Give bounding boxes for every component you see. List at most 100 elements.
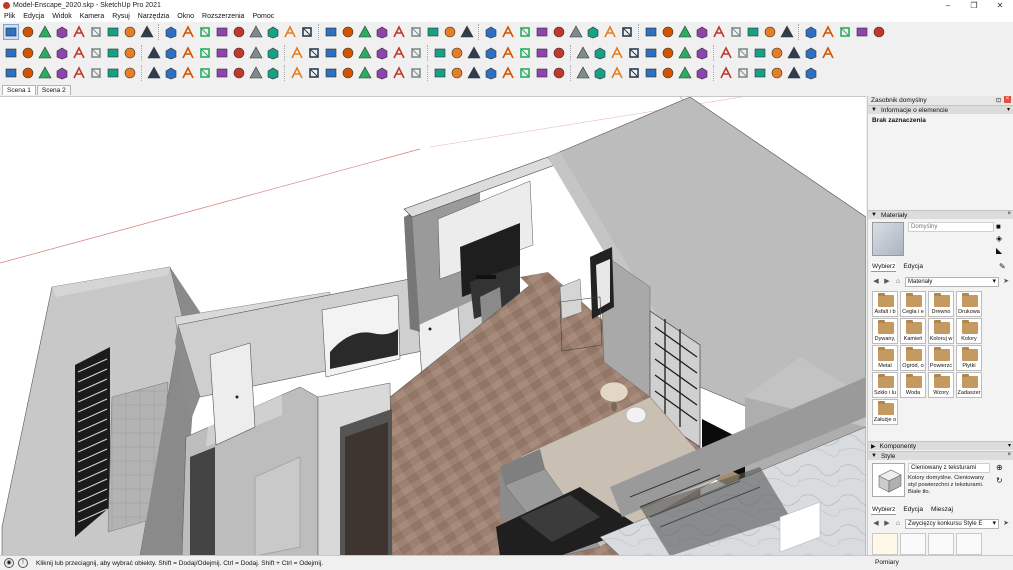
monochrome-icon[interactable]	[762, 24, 778, 40]
cube-outline-3-icon[interactable]	[146, 65, 162, 81]
menu-pomoc[interactable]: Pomoc	[252, 13, 274, 20]
home-icon[interactable]: ⌂	[894, 278, 902, 286]
material-folder[interactable]: Dywany,	[872, 318, 898, 344]
sandbox-icon[interactable]	[231, 45, 247, 61]
magic-icon[interactable]	[752, 45, 768, 61]
info-icon[interactable]: !	[18, 558, 28, 568]
text-icon[interactable]	[248, 24, 264, 40]
stamp-icon[interactable]	[265, 45, 281, 61]
menu-plik[interactable]: Plik	[4, 13, 15, 20]
cube-gold-3-icon[interactable]	[752, 65, 768, 81]
home-icon[interactable]: ⌂	[894, 520, 902, 528]
material-folder[interactable]: Koloruj w	[928, 318, 954, 344]
geolocation-icon[interactable]: ◉	[4, 558, 14, 568]
material-folder[interactable]: Wzory	[928, 372, 954, 398]
back-icon[interactable]: ◀	[872, 278, 880, 286]
tray-close-icon[interactable]: ×	[1004, 96, 1011, 103]
shape-dropdown-icon[interactable]	[122, 24, 138, 40]
prev-icon[interactable]	[391, 65, 407, 81]
axes-icon[interactable]	[442, 24, 458, 40]
material-folder[interactable]: Woda	[900, 372, 926, 398]
play-icon[interactable]	[357, 65, 373, 81]
flask-icon[interactable]	[88, 65, 104, 81]
line-icon[interactable]	[37, 24, 53, 40]
solid-subtract-icon[interactable]	[568, 24, 584, 40]
drape-icon[interactable]	[289, 45, 305, 61]
layout-icon[interactable]	[391, 24, 407, 40]
move-cross-icon[interactable]	[786, 45, 802, 61]
model-viewport[interactable]	[0, 96, 866, 555]
material-folder[interactable]: Metal	[872, 345, 898, 371]
line-dropdown-icon[interactable]	[54, 24, 70, 40]
pin-icon[interactable]: ⊡	[996, 97, 1001, 104]
select-icon[interactable]	[3, 24, 19, 40]
left-view-icon[interactable]	[871, 24, 887, 40]
stop-icon[interactable]	[374, 65, 390, 81]
style-cell[interactable]	[928, 533, 954, 555]
cube-blue-icon[interactable]	[466, 65, 482, 81]
tape-measure-icon[interactable]	[231, 24, 247, 40]
hammer-icon[interactable]	[214, 65, 230, 81]
sphere-icon[interactable]	[609, 45, 625, 61]
material-folder[interactable]: Cegła i e	[900, 291, 926, 317]
hammer-4-icon[interactable]	[265, 65, 281, 81]
smoove-icon[interactable]	[248, 45, 264, 61]
warehouse-icon[interactable]	[357, 24, 373, 40]
cube-outline-icon[interactable]	[105, 65, 121, 81]
shape-icon[interactable]	[105, 24, 121, 40]
green-arrow-2-icon[interactable]	[534, 45, 550, 61]
arc-dropdown-icon[interactable]	[88, 24, 104, 40]
dash-dot-icon[interactable]	[122, 45, 138, 61]
add-detail-icon[interactable]	[306, 45, 322, 61]
split-icon[interactable]	[619, 24, 635, 40]
profile-icon[interactable]	[214, 45, 230, 61]
details-arrow-icon[interactable]: ➤	[1002, 278, 1010, 286]
cube-gold-icon[interactable]	[718, 65, 734, 81]
table-icon[interactable]	[357, 45, 373, 61]
trim-icon[interactable]	[602, 24, 618, 40]
brush-icon[interactable]	[643, 65, 659, 81]
cube-blue-2-icon[interactable]	[483, 65, 499, 81]
back-view-icon[interactable]	[854, 24, 870, 40]
scale-icon[interactable]	[197, 24, 213, 40]
extension-warehouse-icon[interactable]	[374, 24, 390, 40]
panel-menu-icon[interactable]: ▾	[1008, 442, 1011, 449]
create-material-icon[interactable]: ■	[996, 222, 1001, 231]
cube-blue-3-icon[interactable]	[500, 65, 516, 81]
walk-icon[interactable]	[517, 24, 533, 40]
menu-widok[interactable]: Widok	[52, 13, 71, 20]
window-icon[interactable]	[534, 65, 550, 81]
forward-icon[interactable]: ▶	[883, 278, 891, 286]
scene-tab-1[interactable]: Scena 1	[2, 85, 36, 95]
move-icon[interactable]	[163, 24, 179, 40]
grid-3-icon[interactable]	[197, 45, 213, 61]
pink-arrow-icon[interactable]	[575, 45, 591, 61]
box-3d-3-icon[interactable]	[592, 65, 608, 81]
gem-icon[interactable]	[197, 65, 213, 81]
material-cube-icon[interactable]: ◈	[996, 234, 1002, 243]
frame-3-icon[interactable]	[803, 65, 819, 81]
material-folder[interactable]: Drukowa	[956, 291, 982, 317]
material-2-icon[interactable]	[677, 45, 693, 61]
style-cell[interactable]	[872, 533, 898, 555]
material-folder[interactable]: Kolory	[956, 318, 982, 344]
material-folder[interactable]: Drewno	[928, 291, 954, 317]
red-sphere-icon[interactable]	[643, 45, 659, 61]
make-component-icon[interactable]	[20, 45, 36, 61]
material-name-field[interactable]: Domyślny	[908, 222, 994, 232]
zoom-extents-icon[interactable]	[340, 24, 356, 40]
hammer-5-icon[interactable]	[289, 65, 305, 81]
material-folder[interactable]: Powierzc	[928, 345, 954, 371]
pink-arrow-2-icon[interactable]	[592, 45, 608, 61]
maximize-button[interactable]: ❐	[961, 0, 987, 11]
box-3d-icon[interactable]	[551, 65, 567, 81]
line-style-icon[interactable]	[374, 45, 390, 61]
enscape-logo-icon[interactable]	[694, 65, 710, 81]
red-arrow-3-icon[interactable]	[500, 45, 516, 61]
menu-narzedzia[interactable]: Narzędzia	[138, 13, 170, 20]
cube-gold-2-icon[interactable]	[735, 65, 751, 81]
tools-2-icon[interactable]	[626, 65, 642, 81]
material-icon[interactable]	[660, 45, 676, 61]
green-arrow-3-icon[interactable]	[551, 45, 567, 61]
dimension-icon[interactable]	[459, 24, 475, 40]
